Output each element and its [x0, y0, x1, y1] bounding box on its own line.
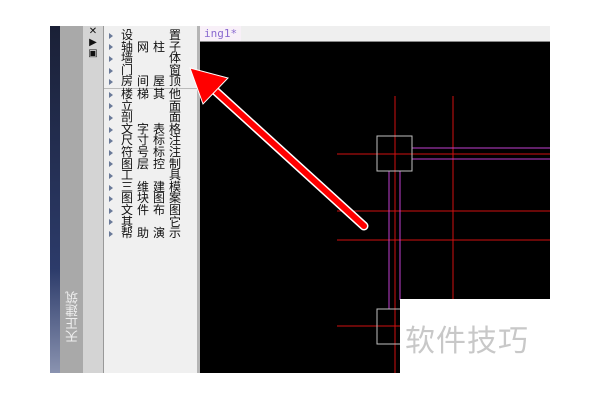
watermark: 软件技巧: [400, 299, 550, 373]
pointer-arrow: [189, 67, 369, 231]
watermark-text: 软件技巧: [405, 324, 529, 359]
